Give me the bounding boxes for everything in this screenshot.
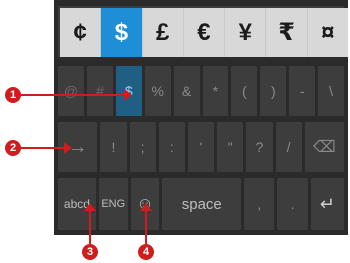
symbol-row: @ # $ % & * ( ) - \ [54,66,348,116]
callout-line-1 [20,94,126,96]
key-symbol[interactable]: % [144,66,171,116]
enter-icon: ↵ [319,193,335,214]
language-key[interactable]: ENG [98,178,128,230]
popup-key-cent[interactable]: ¢ [60,8,101,57]
popup-key-pound[interactable]: £ [142,8,183,57]
key-punct[interactable]: ; [129,122,156,172]
popup-key-yen[interactable]: ¥ [225,8,266,57]
period-key[interactable]: . [277,178,308,230]
backspace-icon: ⌫ [313,139,336,156]
key-symbol[interactable]: # [86,66,113,116]
callout-arrow-3 [84,203,96,211]
punctuation-row: → ! ; : ' " ? / ⌫ [54,122,348,172]
key-symbol[interactable]: \ [318,66,345,116]
callout-arrow-4 [140,203,152,211]
callout-line-3 [89,210,91,244]
callout-line-2 [20,147,66,149]
key-symbol[interactable]: - [289,66,316,116]
currency-popup: ¢ $ £ € ¥ ₹ ¤ [60,8,348,57]
key-symbol[interactable]: & [173,66,200,116]
space-key[interactable]: space [162,178,242,230]
enter-key[interactable]: ↵ [310,178,344,230]
backspace-key[interactable]: ⌫ [304,122,345,172]
comma-key[interactable]: , [244,178,275,230]
key-punct[interactable]: ' [187,122,215,172]
key-symbol[interactable]: ) [260,66,287,116]
popup-key-rupee[interactable]: ₹ [266,8,307,57]
callout-badge-1: 1 [5,87,21,103]
key-punct[interactable]: ! [100,122,127,172]
callout-badge-2: 2 [5,140,21,156]
key-symbol[interactable]: @ [58,66,84,116]
callout-arrow-2 [64,142,72,154]
popup-key-currency[interactable]: ¤ [307,8,348,57]
key-punct[interactable]: : [158,122,185,172]
callout-line-4 [145,210,147,244]
popup-key-dollar[interactable]: $ [101,8,142,57]
key-punct[interactable]: " [217,122,244,172]
popup-key-euro[interactable]: € [183,8,225,57]
callout-arrow-1 [124,89,132,101]
key-symbol[interactable]: * [202,66,229,116]
bottom-row: abcd ENG ☺ space , . ↵ [54,178,348,230]
key-symbol[interactable]: ( [231,66,258,116]
key-punct[interactable]: ? [246,122,273,172]
key-punct[interactable]: / [275,122,302,172]
callout-badge-3: 3 [82,244,98,260]
callout-badge-4: 4 [138,244,154,260]
